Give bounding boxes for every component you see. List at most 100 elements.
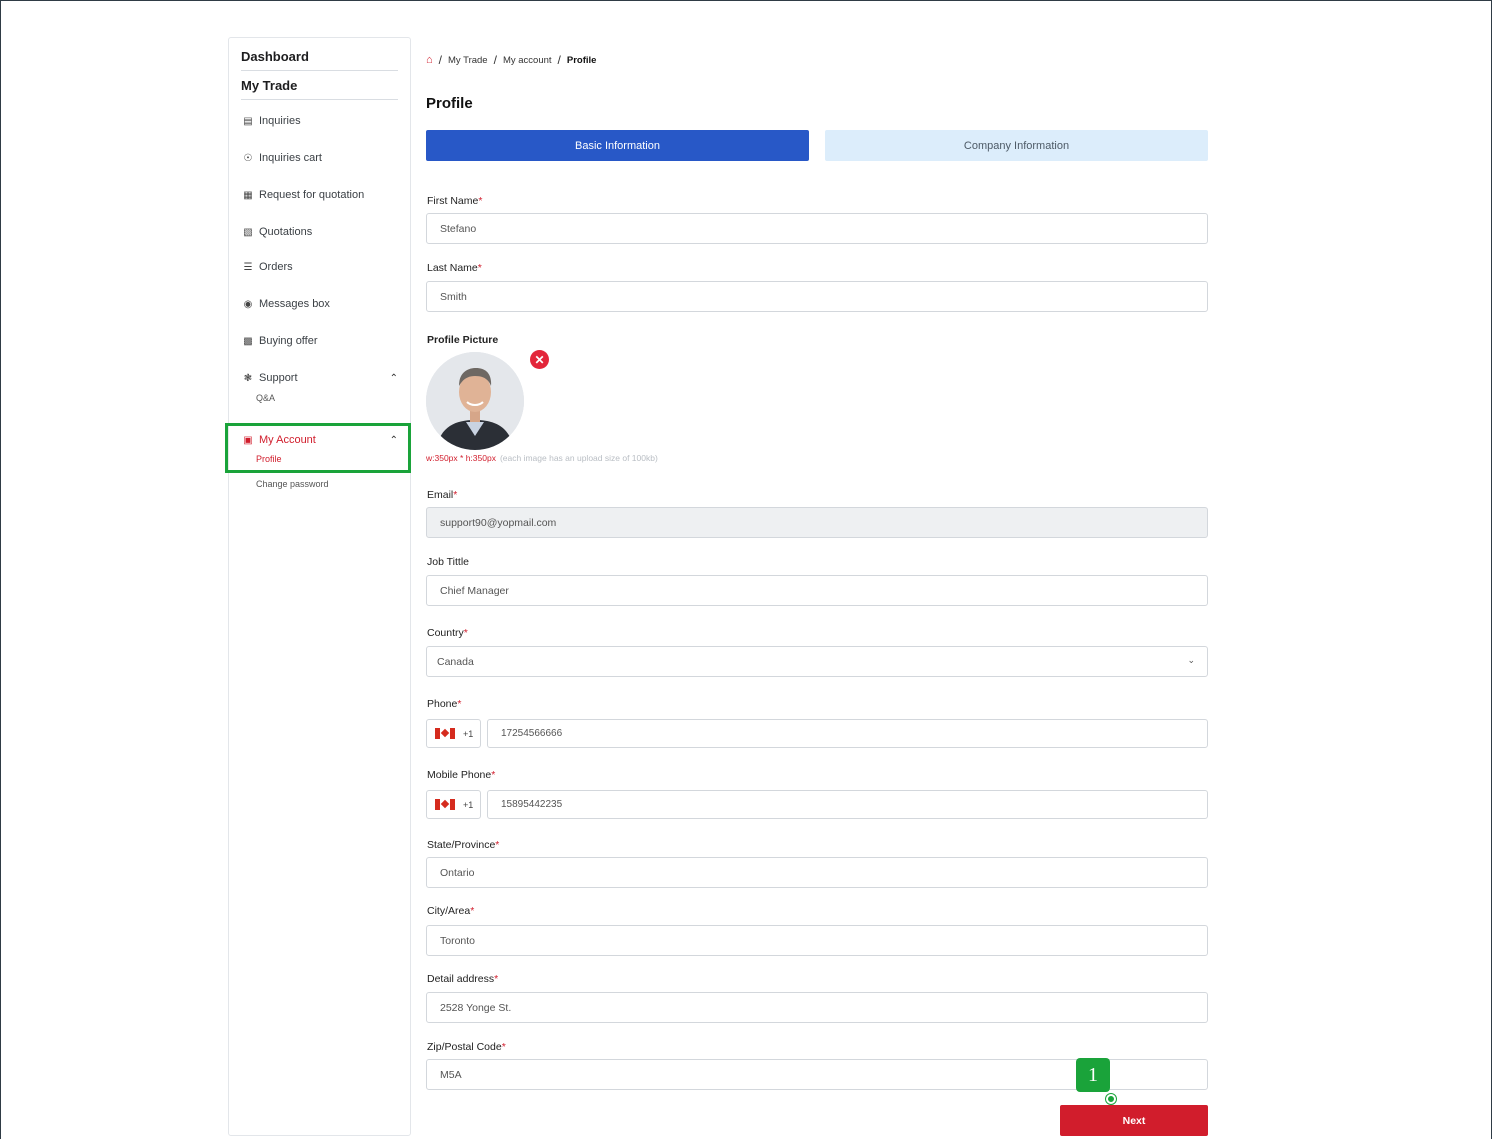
sidebar-item-label: Support (259, 372, 298, 384)
sidebar-item-label: Messages box (259, 298, 330, 310)
sidebar-item-label: Inquiries (259, 115, 301, 127)
required-mark: * (457, 698, 462, 710)
state-label-text: State/Province (427, 839, 496, 851)
required-mark: * (495, 839, 500, 851)
sidebar-item-buying-offer[interactable]: ▩ Buying offer (241, 333, 398, 349)
required-mark: * (463, 627, 468, 639)
phone-input[interactable]: 17254566666 (487, 719, 1208, 748)
sidebar-item-label: Inquiries cart (259, 152, 322, 164)
address-input[interactable]: 2528 Yonge St. (426, 992, 1208, 1023)
inquiries-icon: ▤ (243, 115, 253, 127)
sidebar-sub-qa[interactable]: Q&A (256, 393, 275, 403)
home-icon[interactable]: ⌂ (426, 54, 433, 66)
country-value: Canada (437, 655, 474, 668)
step-pointer-dot (1106, 1094, 1116, 1104)
sidebar-item-label: Quotations (259, 226, 313, 238)
required-mark: * (491, 769, 496, 781)
step-badge: 1 (1076, 1058, 1110, 1092)
required-mark: * (501, 1041, 506, 1053)
zip-label-text: Zip/Postal Code (427, 1041, 502, 1053)
country-select[interactable]: Canada ⌄ (426, 646, 1208, 677)
mobile-country-code[interactable]: +1 (426, 790, 481, 819)
phone-label: Phone* (427, 698, 461, 710)
support-icon: ❃ (243, 372, 253, 384)
window-frame (0, 0, 1492, 1139)
breadcrumb-separator: / (438, 53, 442, 67)
quotations-icon: ▧ (243, 226, 253, 238)
chevron-up-icon[interactable]: ⌃ (390, 373, 398, 384)
email-field: support90@yopmail.com (426, 507, 1208, 538)
required-mark: * (453, 489, 458, 501)
email-label: Email* (427, 489, 457, 501)
job-title-input[interactable]: Chief Manager (426, 575, 1208, 606)
required-mark: * (478, 195, 483, 207)
last-name-input[interactable]: Smith (426, 281, 1208, 312)
picture-upload-hint: (each image has an upload size of 100kb) (499, 453, 658, 463)
chevron-down-icon: ⌄ (1187, 655, 1195, 665)
city-label-text: City/Area (427, 905, 471, 917)
avatar-image (426, 352, 524, 450)
tab-basic-information[interactable]: Basic Information (426, 130, 809, 161)
state-input[interactable]: Ontario (426, 857, 1208, 888)
cart-icon: ☉ (243, 152, 253, 164)
phone-label-text: Phone (427, 698, 458, 710)
job-title-label: Job Tittle (427, 556, 470, 568)
sidebar-item-quotations[interactable]: ▧ Quotations (241, 224, 398, 240)
highlight-box (225, 423, 411, 473)
required-mark: * (494, 973, 499, 985)
profile-picture-label: Profile Picture (427, 334, 499, 346)
next-button[interactable]: Next (1060, 1105, 1208, 1136)
sidebar-item-label: Request for quotation (259, 189, 365, 201)
first-name-input[interactable]: Stefano (426, 213, 1208, 244)
country-label: Country* (427, 627, 468, 639)
last-name-label-text: Last Name (427, 262, 478, 274)
breadcrumb-current: Profile (566, 54, 597, 66)
first-name-label-text: First Name (427, 195, 479, 207)
tab-company-information[interactable]: Company Information (825, 130, 1208, 161)
phone-country-code[interactable]: +1 (426, 719, 481, 748)
page-title: Profile (426, 95, 473, 112)
picture-size-hint: w:350px * h:350px (each image has an uplo… (426, 453, 658, 463)
address-label-text: Detail address (427, 973, 495, 985)
rfq-icon: ▦ (243, 189, 253, 201)
mobile-phone-input[interactable]: 15895442235 (487, 790, 1208, 819)
mobile-code-text: +1 (463, 799, 474, 810)
required-mark: * (470, 905, 475, 917)
sidebar-item-orders[interactable]: ☰ Orders (241, 259, 398, 275)
sidebar-item-inquiries[interactable]: ▤ Inquiries (241, 113, 398, 129)
breadcrumb-my-trade[interactable]: My Trade (448, 55, 488, 66)
close-icon: ✕ (534, 352, 545, 367)
mobile-phone-label-text: Mobile Phone (427, 769, 492, 781)
remove-picture-button[interactable]: ✕ (530, 350, 549, 369)
sidebar: Dashboard My Trade ▤ Inquiries ☉ Inquiri… (228, 37, 411, 1136)
first-name-label: First Name* (427, 195, 482, 207)
breadcrumb-my-account[interactable]: My account (503, 55, 552, 66)
sidebar-item-messages[interactable]: ◉ Messages box (241, 296, 398, 312)
sidebar-sub-change-password[interactable]: Change password (256, 479, 329, 489)
city-label: City/Area* (427, 905, 474, 917)
canada-flag-icon (435, 799, 455, 810)
sidebar-item-inquiries-cart[interactable]: ☉ Inquiries cart (241, 150, 398, 166)
sidebar-item-label: Buying offer (259, 335, 318, 347)
breadcrumb: ⌂ / My Trade / My account / Profile (426, 53, 596, 67)
sidebar-dashboard[interactable]: Dashboard (241, 38, 398, 71)
city-input[interactable]: Toronto (426, 925, 1208, 956)
sidebar-item-rfq[interactable]: ▦ Request for quotation (241, 187, 398, 203)
required-mark: * (477, 262, 482, 274)
sidebar-my-trade[interactable]: My Trade (241, 71, 398, 100)
buying-offer-icon: ▩ (243, 335, 253, 347)
orders-icon: ☰ (243, 261, 253, 273)
sidebar-item-label: Orders (259, 261, 293, 273)
country-label-text: Country (427, 627, 464, 639)
zip-label: Zip/Postal Code* (427, 1041, 506, 1053)
breadcrumb-separator: / (557, 53, 561, 67)
phone-code-text: +1 (463, 728, 474, 739)
address-label: Detail address* (427, 973, 498, 985)
last-name-label: Last Name* (427, 262, 482, 274)
sidebar-item-support[interactable]: ❃ Support ⌃ (241, 370, 398, 386)
messages-icon: ◉ (243, 298, 253, 310)
state-label: State/Province* (427, 839, 499, 851)
picture-size-text: w:350px * h:350px (426, 453, 496, 463)
avatar[interactable] (426, 352, 524, 450)
email-label-text: Email (427, 489, 454, 501)
